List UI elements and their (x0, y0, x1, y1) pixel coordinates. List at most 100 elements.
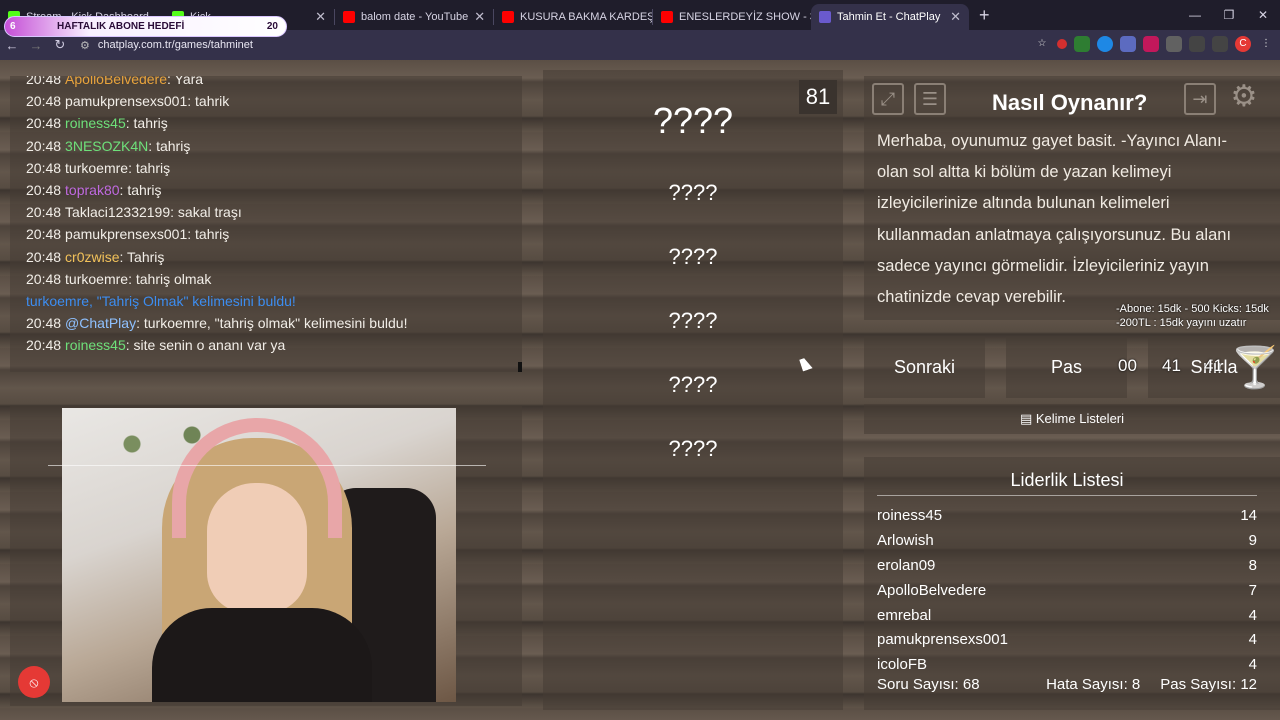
player-name: icoloFB (877, 656, 928, 669)
msg-time: 20:48 (26, 337, 62, 354)
record-icon[interactable]: ⦸ (18, 666, 50, 698)
leaderboard-row: roiness45 14 (877, 507, 1257, 524)
chat-message: 20:48 roiness45: site senin o ananı var y… (26, 337, 286, 354)
site-info-icon[interactable]: ⚙ (80, 39, 90, 52)
next-button[interactable]: Sonraki (864, 336, 985, 398)
chat-message: 20:48 roiness45: tahriş (26, 115, 168, 132)
close-icon[interactable]: ✕ (309, 9, 326, 25)
msg-time: 20:48 (26, 248, 62, 265)
timer-value: 00 (1118, 356, 1137, 375)
extensions-puzzle-icon[interactable] (1189, 36, 1205, 52)
leaderboard-row: Arlowish 9 (877, 532, 1257, 549)
chat-message: 20:48 pamukprensexs001: tahriş (26, 226, 230, 243)
msg-user[interactable]: turkoemre (65, 271, 128, 287)
bookmark-star-icon[interactable]: ☆ (1034, 36, 1050, 52)
leaderboard-row: erolan09 8 (877, 557, 1257, 574)
msg-time: 20:48 (26, 226, 62, 243)
msg-text: tahriş olmak (135, 270, 212, 287)
extension-wave-icon[interactable] (1120, 36, 1136, 52)
streamer-body (152, 608, 372, 702)
chat-scrollbar[interactable] (518, 362, 522, 372)
tab-youtube-kusura[interactable]: KUSURA BAKMA KARDEŞ | Ma ✕ (494, 4, 652, 30)
gear-icon[interactable]: ⚙ (1228, 82, 1260, 115)
msg-user[interactable]: turkoemre (65, 160, 128, 176)
player-score: 8 (1248, 557, 1257, 574)
profile-avatar[interactable]: C (1235, 36, 1251, 52)
leaderboard-row: emrebal 4 (877, 607, 1257, 624)
youtube-icon (343, 11, 355, 23)
chatplay-icon (819, 11, 831, 23)
msg-text: tahriş (156, 137, 191, 154)
tab-label: ENESLERDEYİZ SHOW - 3. BÖLÜ (679, 11, 811, 23)
leaderboard-title: Liderlik Listesi (1010, 470, 1124, 490)
msg-text: turkoemre, "tahriş olmak" kelimesini bul… (143, 315, 408, 332)
msg-text: tahrik (195, 93, 230, 110)
extension-gray-icon[interactable] (1166, 36, 1182, 52)
word-lists-label: Kelime Listeleri (1035, 411, 1125, 426)
player-score: 4 (1248, 607, 1257, 624)
close-icon[interactable]: ✕ (468, 9, 485, 25)
tab-youtube-balom[interactable]: balom date - YouTube ✕ (335, 4, 493, 30)
info-line: -200TL : 15dk yayını uzatır (1116, 317, 1247, 329)
new-tab-button[interactable]: + (979, 5, 990, 26)
maximize-icon[interactable]: ❐ (1212, 8, 1246, 22)
reload-icon[interactable]: ↻ (48, 37, 72, 53)
msg-user[interactable]: Taklaci12332199 (65, 204, 170, 220)
forbidden-word: ???? (668, 308, 718, 333)
tab-youtube-enes[interactable]: ENESLERDEYİZ SHOW - 3. BÖLÜ ✕ (653, 4, 811, 30)
msg-user[interactable]: @ChatPlay (65, 315, 136, 331)
msg-text: Tahriş (127, 248, 165, 265)
word-lists-button[interactable]: ▤ Kelime Listeleri (864, 404, 1280, 434)
target-word: ???? (652, 100, 734, 141)
timer-minutes: 00 (1118, 356, 1137, 376)
divider-line (48, 465, 486, 466)
msg-user[interactable]: pamukprensexs001 (65, 226, 187, 242)
fullscreen-icon[interactable]: ⤢ (872, 83, 904, 115)
pass-count: Pas Sayısı: 12 (1160, 676, 1257, 693)
menu-dots-icon[interactable]: ⋮ (1258, 36, 1274, 52)
msg-user[interactable]: ApolloBelvedere (65, 76, 167, 87)
msg-user[interactable]: roiness45 (65, 337, 126, 353)
timer-value: 41 (1204, 356, 1223, 375)
leaderboard-row: pamukprensexs001 4 (877, 631, 1257, 648)
msg-user[interactable]: pamukprensexs001 (65, 93, 187, 109)
msg-user[interactable]: toprak80 (65, 182, 119, 198)
chat-bot-message: 20:48 @ChatPlay: turkoemre, "tahriş olmak… (26, 315, 408, 332)
back-icon[interactable]: ← (0, 38, 24, 53)
game-stats: Soru Sayısı: 68 Hata Sayısı: 8 Pas Sayıs… (877, 676, 1257, 693)
chat-message: 20:48 cr0zwise: Tahriş (26, 248, 165, 265)
close-window-icon[interactable]: ✕ (1246, 8, 1280, 22)
pass-button[interactable]: Pas (1006, 336, 1127, 398)
close-icon[interactable]: ✕ (944, 9, 961, 25)
forbidden-word: ???? (668, 244, 718, 269)
leaderboard-divider (877, 495, 1257, 496)
error-count: Hata Sayısı: 8 (1046, 676, 1141, 693)
extension-pink-icon[interactable] (1143, 36, 1159, 52)
webcam-feed (62, 408, 456, 702)
exit-icon[interactable]: ⇥ (1184, 83, 1216, 115)
extension-blue-icon[interactable] (1097, 36, 1113, 52)
tab-label: Tahmin Et - ChatPlay (837, 11, 941, 23)
msg-text: sakal traşı (177, 204, 242, 221)
notes-icon[interactable]: ☰ (914, 83, 946, 115)
extension-red-icon[interactable] (1057, 39, 1067, 49)
msg-user[interactable]: roiness45 (65, 115, 126, 131)
msg-user[interactable]: cr0zwise (65, 249, 119, 265)
extension-shield-icon[interactable] (1074, 36, 1090, 52)
media-control-icon[interactable] (1212, 36, 1228, 52)
forbidden-word: ???? (668, 436, 718, 461)
minimize-icon[interactable]: — (1178, 8, 1212, 22)
banner-count: 20 (266, 21, 278, 32)
tab-chatplay[interactable]: Tahmin Et - ChatPlay ✕ (811, 4, 969, 30)
chat-message: 20:48 toprak80: tahriş (26, 181, 162, 198)
msg-time: 20:48 (26, 159, 62, 176)
forward-icon[interactable]: → (24, 38, 48, 53)
leaderboard-row: icoloFB 4 (877, 656, 1257, 669)
player-score: 7 (1248, 582, 1257, 599)
info-line: -Abone: 15dk - 500 Kicks: 15dk (1116, 303, 1269, 315)
list-icon: ▤ (1019, 411, 1036, 426)
url-text: chatplay.com.tr/games/tahminet (97, 39, 253, 51)
address-bar[interactable]: ⚙ chatplay.com.tr/games/tahminet (80, 39, 253, 52)
msg-user[interactable]: 3NESOZK4N (65, 138, 148, 154)
msg-time: 20:48 (26, 76, 62, 87)
